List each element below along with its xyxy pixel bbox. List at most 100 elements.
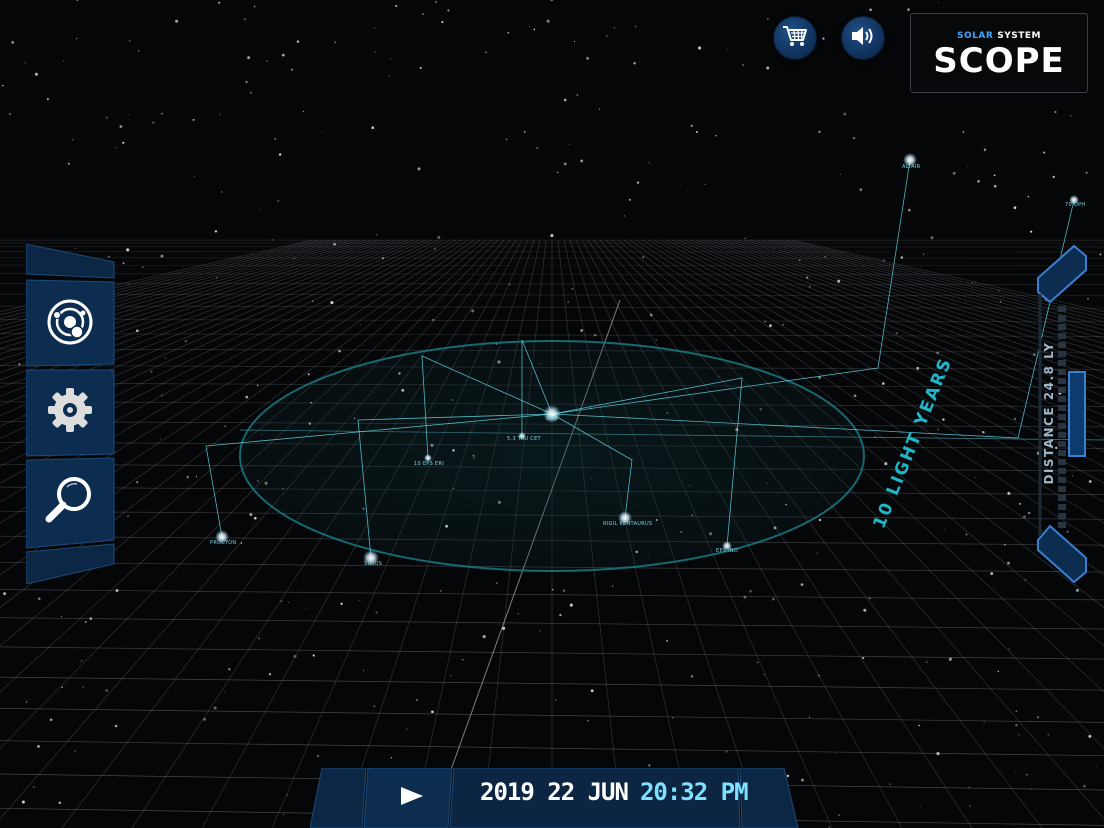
bg-star — [863, 608, 867, 612]
bg-star — [76, 0, 79, 1]
bg-star — [58, 801, 62, 805]
bg-star — [965, 301, 967, 303]
play-button[interactable] — [388, 780, 436, 816]
cart-button[interactable] — [774, 17, 816, 59]
bg-star — [538, 629, 541, 632]
bg-star — [37, 745, 40, 748]
bg-star — [974, 476, 976, 479]
star-label-altair[interactable]: ALTAIR — [902, 164, 920, 170]
distance-tick — [1058, 432, 1066, 438]
bg-star — [782, 323, 785, 326]
bg-star — [690, 124, 693, 127]
bg-star — [590, 689, 594, 693]
bg-star — [288, 601, 290, 603]
distance-up-arrow[interactable] — [1037, 244, 1087, 304]
bg-star — [993, 174, 996, 177]
distance-thumb[interactable] — [1068, 371, 1086, 457]
bg-star — [266, 60, 268, 62]
bg-star — [362, 669, 365, 672]
star-label-70-oph[interactable]: 70 OPH — [1065, 202, 1085, 208]
bg-star — [895, 331, 899, 335]
bg-star — [224, 691, 226, 694]
bg-star — [971, 282, 973, 284]
bg-star — [529, 26, 531, 28]
bg-star — [800, 583, 804, 586]
bg-star — [966, 166, 968, 168]
bg-star — [567, 301, 570, 304]
bg-star — [219, 114, 222, 116]
sound-button[interactable] — [842, 17, 884, 59]
bg-star — [334, 41, 337, 44]
bg-star — [706, 52, 707, 54]
bg-star — [34, 72, 38, 76]
distance-tick — [1058, 351, 1066, 357]
bg-star — [406, 728, 408, 730]
distance-tick — [1058, 468, 1066, 474]
bg-star — [923, 253, 925, 255]
bg-star — [942, 418, 945, 421]
bg-star — [431, 710, 434, 714]
bg-star — [800, 778, 804, 782]
bg-star — [395, 4, 398, 7]
bg-star — [253, 5, 256, 8]
bg-star — [636, 181, 640, 184]
bg-star — [152, 121, 155, 124]
bg-star — [129, 40, 131, 42]
bg-star — [80, 660, 83, 662]
bg-star — [834, 753, 836, 755]
search-icon — [43, 473, 97, 531]
bg-star — [164, 357, 166, 359]
bg-star — [195, 476, 197, 478]
star-label-tau-ceti[interactable]: 5.3 TAU CET — [507, 436, 541, 442]
star-label-rigil-kentaurus[interactable]: RIGIL KENTAURUS — [603, 521, 652, 527]
distance-tick — [1058, 405, 1066, 411]
search-button[interactable] — [26, 462, 114, 542]
star-label-eps-indi[interactable]: EPS IND — [716, 548, 738, 554]
bg-star — [1008, 648, 1010, 650]
bg-star — [907, 8, 910, 11]
bg-star — [1082, 784, 1086, 788]
bg-star — [364, 287, 365, 289]
bg-star — [505, 138, 508, 141]
distance-tick — [1058, 306, 1066, 312]
bg-star — [161, 113, 163, 115]
bg-star — [583, 578, 584, 579]
bg-star — [693, 730, 694, 731]
star-label-procyon[interactable]: PROCYON — [210, 540, 236, 546]
starfield-scene[interactable] — [0, 0, 1104, 828]
bg-star — [698, 46, 702, 50]
bg-star — [818, 518, 822, 522]
bg-star — [569, 144, 570, 145]
date-time-display[interactable]: 2019 22 JUN 20:32 PM — [480, 778, 749, 818]
bg-star — [704, 183, 706, 185]
bg-star — [193, 175, 196, 177]
bg-star — [571, 287, 574, 290]
star-label-sun[interactable]: SUN — [546, 416, 557, 422]
bg-star — [375, 611, 378, 614]
bg-star — [580, 159, 584, 163]
bg-star — [613, 26, 616, 29]
bg-star — [1018, 734, 1020, 736]
bg-star — [912, 341, 914, 342]
bg-star — [689, 330, 691, 332]
bg-star — [461, 28, 463, 30]
bg-star — [1099, 253, 1102, 256]
bg-star — [360, 324, 361, 326]
app-logo: SOLAR SYSTEM SCOPE — [910, 13, 1088, 93]
bg-star — [843, 112, 847, 116]
bg-star — [563, 98, 567, 102]
bg-star — [312, 654, 315, 657]
bg-star — [245, 395, 249, 399]
solar-system-button[interactable] — [26, 284, 114, 364]
bg-star — [214, 230, 218, 233]
bg-star — [977, 179, 980, 183]
bg-star — [390, 756, 393, 759]
distance-tick — [1058, 504, 1066, 510]
star-label-sirius[interactable]: SIRIUS — [364, 561, 382, 567]
distance-down-arrow[interactable] — [1037, 524, 1087, 584]
settings-button[interactable] — [26, 372, 114, 452]
bg-star — [536, 147, 538, 149]
star-label-eps-eridani[interactable]: 10 EPS ERI — [414, 461, 444, 467]
bg-star — [509, 284, 511, 286]
bg-star — [767, 18, 769, 20]
